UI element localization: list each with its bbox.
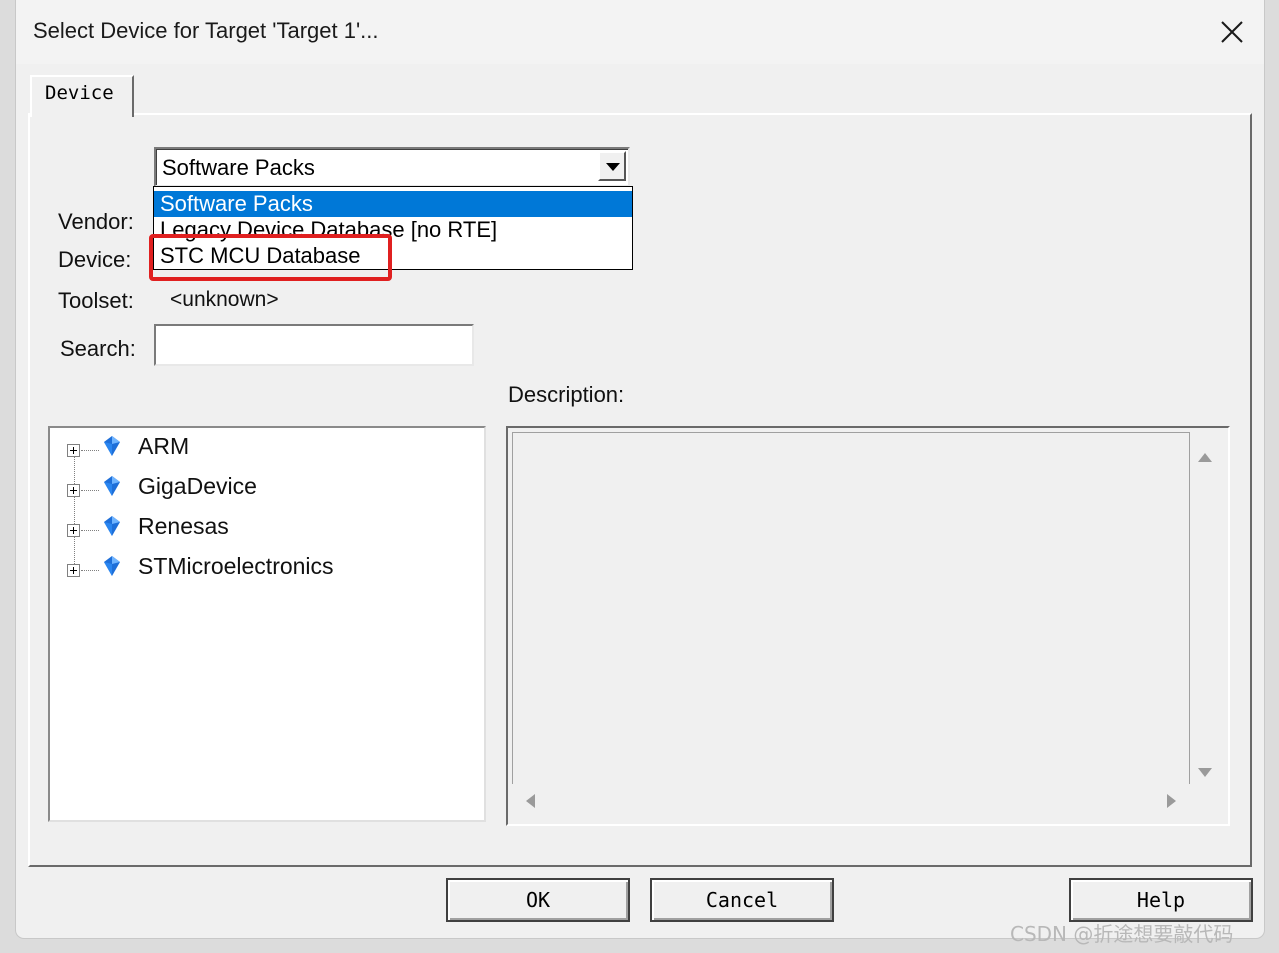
description-box <box>506 426 1230 826</box>
tree-item-label: ARM <box>138 433 190 459</box>
tree-item-label: GigaDevice <box>138 473 257 499</box>
horizontal-scrollbar[interactable] <box>512 784 1190 816</box>
scroll-left-icon[interactable] <box>516 786 546 816</box>
scroll-down-icon[interactable] <box>1190 758 1220 788</box>
database-combo-value: Software Packs <box>162 155 315 180</box>
help-button[interactable]: Help <box>1069 878 1253 922</box>
dropdown-option-software-packs[interactable]: Software Packs <box>154 191 632 217</box>
tree-item-arm[interactable]: ARM <box>50 430 480 466</box>
tree-item-gigadevice[interactable]: GigaDevice <box>50 470 480 506</box>
cancel-button[interactable]: Cancel <box>650 878 834 922</box>
vendor-gem-icon <box>104 476 120 496</box>
tree-branch-line <box>81 490 99 491</box>
tree-item-renesas[interactable]: Renesas <box>50 510 480 546</box>
search-label: Search: <box>60 336 136 361</box>
tree-item-label: STMicroelectronics <box>138 553 334 579</box>
select-device-dialog: Select Device for Target 'Target 1'... D… <box>16 0 1264 938</box>
vendor-tree[interactable]: ARM GigaDevice Renesas STMicroelectronic… <box>48 426 486 822</box>
description-label: Description: <box>508 382 625 407</box>
tree-branch-line <box>81 570 99 571</box>
device-label: Device: <box>58 247 132 272</box>
title-bar: Select Device for Target 'Target 1'... <box>16 0 1264 64</box>
chevron-down-icon[interactable] <box>598 151 626 181</box>
close-icon <box>1221 21 1243 43</box>
tree-branch-line <box>81 530 99 531</box>
tree-item-label: Renesas <box>138 513 229 539</box>
vendor-gem-icon <box>104 516 120 536</box>
description-content[interactable] <box>512 432 1190 786</box>
vendor-gem-icon <box>104 436 120 456</box>
expand-icon[interactable] <box>67 524 80 537</box>
database-combo[interactable]: Software Packs <box>154 147 630 187</box>
tab-device-label: Device <box>45 82 114 104</box>
window-title: Select Device for Target 'Target 1'... <box>33 18 379 43</box>
toolset-label: Toolset: <box>58 288 134 313</box>
ok-button[interactable]: OK <box>446 878 630 922</box>
annotation-highlight-box <box>149 234 392 281</box>
close-button[interactable] <box>1212 12 1252 52</box>
vertical-scrollbar[interactable] <box>1190 432 1220 784</box>
expand-icon[interactable] <box>67 564 80 577</box>
tree-branch-line <box>81 450 99 451</box>
expand-icon[interactable] <box>67 444 80 457</box>
vendor-gem-icon <box>104 556 120 576</box>
watermark: CSDN @折途想要敲代码 <box>1010 922 1234 946</box>
search-input[interactable] <box>154 324 474 366</box>
toolset-value: <unknown> <box>170 288 279 311</box>
tab-device[interactable]: Device <box>30 75 134 117</box>
vendor-label: Vendor: <box>58 209 134 234</box>
tree-item-stmicroelectronics[interactable]: STMicroelectronics <box>50 550 480 586</box>
scroll-right-icon[interactable] <box>1156 786 1186 816</box>
scroll-up-icon[interactable] <box>1190 442 1220 472</box>
expand-icon[interactable] <box>67 484 80 497</box>
